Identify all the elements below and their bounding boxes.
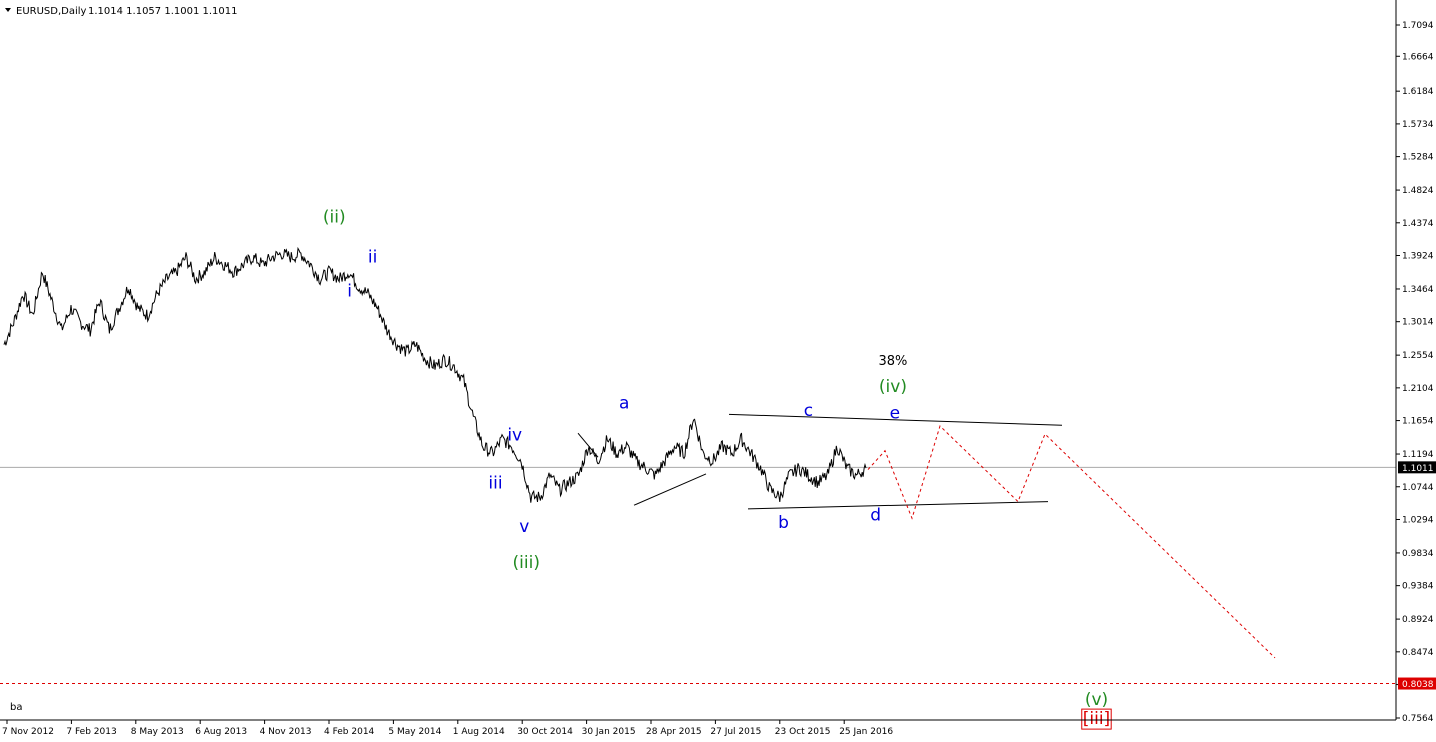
y-tick-label: 1.3014	[1402, 318, 1434, 328]
y-tick-label: 1.2554	[1402, 351, 1434, 361]
y-tick-label: 1.7094	[1402, 21, 1434, 31]
wave-label: i	[347, 282, 352, 302]
x-tick-label: 8 May 2013	[131, 727, 184, 737]
y-tick-label: 0.9384	[1402, 582, 1434, 592]
y-tick-label: 1.5284	[1402, 153, 1434, 163]
header-ohlc: 1.1014 1.1057 1.1001 1.1011	[88, 6, 238, 17]
y-tick-label: 1.0744	[1402, 483, 1434, 493]
y-tick-label: 1.0294	[1402, 515, 1434, 525]
x-tick-label: 7 Feb 2013	[66, 727, 116, 737]
y-tick-label: 0.8924	[1402, 615, 1434, 625]
x-tick-label: 27 Jul 2015	[710, 727, 761, 737]
price-badge-label: 1.1011	[1402, 464, 1434, 474]
wave-label: b	[778, 513, 789, 533]
header-symbol: EURUSD,Daily	[16, 6, 87, 17]
y-tick-label: 0.7564	[1402, 714, 1434, 724]
x-tick-label: 4 Feb 2014	[324, 727, 375, 737]
y-tick-label: 1.4824	[1402, 186, 1434, 196]
wave-label: iii	[488, 474, 502, 494]
y-tick-label: 1.6664	[1402, 52, 1434, 62]
y-tick-label: 1.5734	[1402, 120, 1434, 130]
wave-label: v	[519, 517, 529, 537]
wave-label: c	[804, 401, 813, 421]
x-tick-label: 5 May 2014	[388, 727, 441, 737]
x-tick-label: 23 Oct 2015	[775, 727, 831, 737]
y-tick-label: 1.6184	[1402, 87, 1434, 97]
wave-label: (iii)	[513, 553, 540, 573]
retracement-label: 38%	[879, 354, 908, 369]
y-tick-label: 1.1194	[1402, 450, 1434, 460]
chart-background	[0, 0, 1436, 742]
price-chart[interactable]: EURUSD,Daily 1.1014 1.1057 1.1001 1.1011…	[0, 0, 1436, 742]
wave-label: [iii]	[1083, 709, 1110, 729]
y-tick-label: 1.1654	[1402, 417, 1434, 427]
wave-label: (v)	[1085, 690, 1108, 710]
y-tick-label: 1.3924	[1402, 252, 1434, 262]
x-tick-label: 28 Apr 2015	[646, 727, 702, 737]
x-tick-label: 30 Jan 2015	[582, 727, 636, 737]
wave-label: ii	[368, 247, 377, 267]
x-tick-label: 6 Aug 2013	[195, 727, 247, 737]
wave-label: iv	[507, 426, 522, 446]
x-tick-label: 1 Aug 2014	[453, 727, 505, 737]
x-tick-label: 30 Oct 2014	[517, 727, 573, 737]
wave-label: (ii)	[323, 207, 346, 227]
x-tick-label: 25 Jan 2016	[839, 727, 893, 737]
price-badge-label: 0.8038	[1402, 680, 1434, 690]
wave-label: d	[870, 505, 881, 525]
header: EURUSD,Daily 1.1014 1.1057 1.1001 1.1011	[5, 6, 238, 17]
y-tick-label: 1.4374	[1402, 219, 1434, 229]
wave-label: a	[619, 394, 629, 414]
wave-label: e	[890, 404, 900, 424]
y-tick-label: 0.8474	[1402, 648, 1434, 658]
y-tick-label: 1.2104	[1402, 384, 1434, 394]
y-tick-label: 0.9834	[1402, 549, 1434, 559]
wave-label: (iv)	[879, 377, 907, 397]
y-tick-label: 1.3464	[1402, 285, 1434, 295]
corner-label: ba	[10, 702, 22, 713]
x-tick-label: 7 Nov 2012	[2, 727, 54, 737]
x-tick-label: 4 Nov 2013	[260, 727, 312, 737]
